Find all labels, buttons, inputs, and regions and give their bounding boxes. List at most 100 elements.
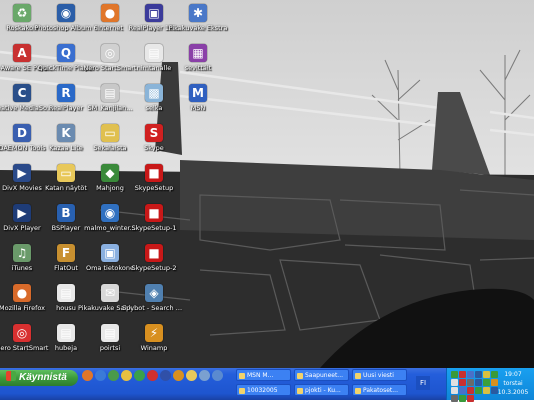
creative-icon: C bbox=[13, 84, 31, 102]
tray-icon[interactable] bbox=[451, 371, 458, 378]
task-button[interactable]: Saapuneet... bbox=[294, 369, 349, 381]
media-player-icon[interactable] bbox=[108, 370, 119, 381]
skype-setup-icon: ■ bbox=[145, 204, 163, 222]
realplayer-icon: R bbox=[57, 84, 75, 102]
skype-setup-icon: ■ bbox=[145, 244, 163, 262]
nero-icon[interactable] bbox=[147, 370, 158, 381]
kazaa-icon: K bbox=[57, 124, 75, 142]
tray-icon[interactable] bbox=[483, 371, 490, 378]
folder-icon: ▭ bbox=[57, 164, 75, 182]
desktop-icon[interactable]: M MSN bbox=[166, 84, 230, 112]
task-button[interactable]: Uusi viesti bbox=[352, 369, 407, 381]
tray-icon[interactable] bbox=[483, 379, 490, 386]
tray-icon[interactable] bbox=[451, 387, 458, 394]
tray-icon[interactable] bbox=[467, 379, 474, 386]
desktop-icon[interactable]: ▦ sevittäit bbox=[166, 44, 230, 72]
desktop-icon-label: sevittäit bbox=[184, 64, 212, 72]
tray-icon[interactable] bbox=[459, 371, 466, 378]
desktop-icon[interactable] bbox=[212, 370, 223, 381]
clock-date: 10.3.2005 bbox=[497, 389, 529, 396]
daemon-tools-icon: D bbox=[13, 124, 31, 142]
windows-logo-icon bbox=[6, 371, 16, 381]
desktop-icon[interactable]: S Skype bbox=[122, 124, 186, 152]
skype-setup-icon: S bbox=[145, 124, 163, 142]
recycle-bin-icon: ♻ bbox=[13, 4, 31, 22]
tray-icon[interactable] bbox=[467, 395, 474, 402]
language-indicator[interactable]: FI bbox=[416, 376, 430, 390]
document-icon: ▤ bbox=[145, 44, 163, 62]
desktop-icon-label: Spybot - Search & Destroy bbox=[122, 304, 186, 312]
task-button[interactable]: pjokti - Ku... bbox=[294, 384, 349, 396]
tray-icon[interactable] bbox=[475, 371, 482, 378]
tray-icon[interactable] bbox=[459, 379, 466, 386]
desktop-icon-label: SkypeSetup-2 bbox=[131, 264, 177, 272]
nero-icon: ◎ bbox=[13, 324, 31, 342]
desktop-icon-label: SkypeSetup-1 bbox=[131, 224, 177, 232]
start-button-label: Käynnistä bbox=[19, 372, 67, 383]
desktop-icon[interactable]: ■ SkypeSetup-2 bbox=[122, 244, 186, 272]
pdf-icon: ▤ bbox=[101, 84, 119, 102]
desktop-icon[interactable]: ✱ Pikakuvake Ekstra bbox=[166, 4, 230, 32]
desktop-icon[interactable]: ◈ Spybot - Search & Destroy bbox=[122, 284, 186, 312]
task-button[interactable]: Pakatoset... bbox=[352, 384, 407, 396]
desktop[interactable]: ♻ Roskakori ◉ Photoshop Album 6 ● Internet ▣ Re… bbox=[0, 0, 534, 368]
photoshop-album-icon: ◉ bbox=[57, 4, 75, 22]
tray-icons bbox=[451, 371, 499, 402]
shortcut-icon: ✱ bbox=[189, 4, 207, 22]
internet-explorer-icon[interactable] bbox=[95, 370, 106, 381]
mahjong-icon: ◆ bbox=[101, 164, 119, 182]
tray-icon[interactable] bbox=[483, 387, 490, 394]
winamp-icon[interactable] bbox=[173, 370, 184, 381]
tray-icon[interactable] bbox=[451, 379, 458, 386]
email-shortcut-icon: ✉ bbox=[101, 284, 119, 302]
tray-icon[interactable] bbox=[459, 387, 466, 394]
task-button[interactable]: MSN M... bbox=[236, 369, 291, 381]
firefox-icon[interactable] bbox=[82, 370, 93, 381]
desktop-icon-label: Winamp bbox=[140, 344, 168, 352]
tray-icon[interactable] bbox=[459, 395, 466, 402]
realplayer-icon: ▣ bbox=[145, 4, 163, 22]
desktop-icon-label: MSN bbox=[190, 104, 206, 112]
folder-icon[interactable] bbox=[186, 370, 197, 381]
tray-icon[interactable] bbox=[467, 371, 474, 378]
desktop-icon[interactable]: ⚡ Winamp bbox=[122, 324, 186, 352]
bsplayer-icon: B bbox=[57, 204, 75, 222]
folder-icon: ▭ bbox=[101, 124, 119, 142]
tray-icon[interactable] bbox=[475, 379, 482, 386]
mail-icon[interactable] bbox=[199, 370, 210, 381]
quicktime-icon: Q bbox=[57, 44, 75, 62]
video-file-icon: ◉ bbox=[101, 204, 119, 222]
document-icon: ▤ bbox=[101, 324, 119, 342]
task-buttons: MSN M... Saapuneet... Uusi viesti 10032005 p… bbox=[236, 369, 412, 399]
desktop-icon-label: Skype bbox=[144, 144, 164, 152]
document-icon: ▤ bbox=[57, 324, 75, 342]
spybot-icon: ◈ bbox=[145, 284, 163, 302]
desktop-icon[interactable]: ■ SkypeSetup-1 bbox=[122, 204, 186, 232]
divx-player-icon: ▶ bbox=[13, 204, 31, 222]
start-button[interactable]: Käynnistä bbox=[0, 370, 78, 386]
tray-icon[interactable] bbox=[451, 395, 458, 402]
desktop-icon[interactable]: ■ SkypeSetup bbox=[122, 164, 186, 192]
tray-icon[interactable] bbox=[475, 387, 482, 394]
taskbar: Käynnistä MSN M... Saapuneet... Uusi viest… bbox=[0, 368, 534, 402]
task-button[interactable]: 10032005 bbox=[236, 384, 291, 396]
nero-icon: ◎ bbox=[101, 44, 119, 62]
clock-time: 19:07 bbox=[504, 371, 522, 378]
itunes-icon: ♫ bbox=[13, 244, 31, 262]
document-icon: ▤ bbox=[57, 284, 75, 302]
desktop-icon-label: SkypeSetup bbox=[134, 184, 174, 192]
tray-icon[interactable] bbox=[467, 387, 474, 394]
skype-setup-icon: ■ bbox=[145, 164, 163, 182]
ad-aware-icon: A bbox=[13, 44, 31, 62]
clock[interactable]: 19:07 torstai 10.3.2005 bbox=[495, 370, 531, 397]
system-tray: 19:07 torstai 10.3.2005 bbox=[446, 368, 534, 402]
outlook-icon[interactable] bbox=[121, 370, 132, 381]
realplayer-icon[interactable] bbox=[160, 370, 171, 381]
my-computer-icon: ▣ bbox=[101, 244, 119, 262]
image-file-icon: ▩ bbox=[145, 84, 163, 102]
msn-icon[interactable] bbox=[134, 370, 145, 381]
desktop-icon-label: Pikakuvake Ekstra bbox=[168, 24, 228, 32]
winamp-icon: ⚡ bbox=[145, 324, 163, 342]
quick-launch-toolbar bbox=[82, 370, 223, 384]
winrar-archive-icon: ▦ bbox=[189, 44, 207, 62]
